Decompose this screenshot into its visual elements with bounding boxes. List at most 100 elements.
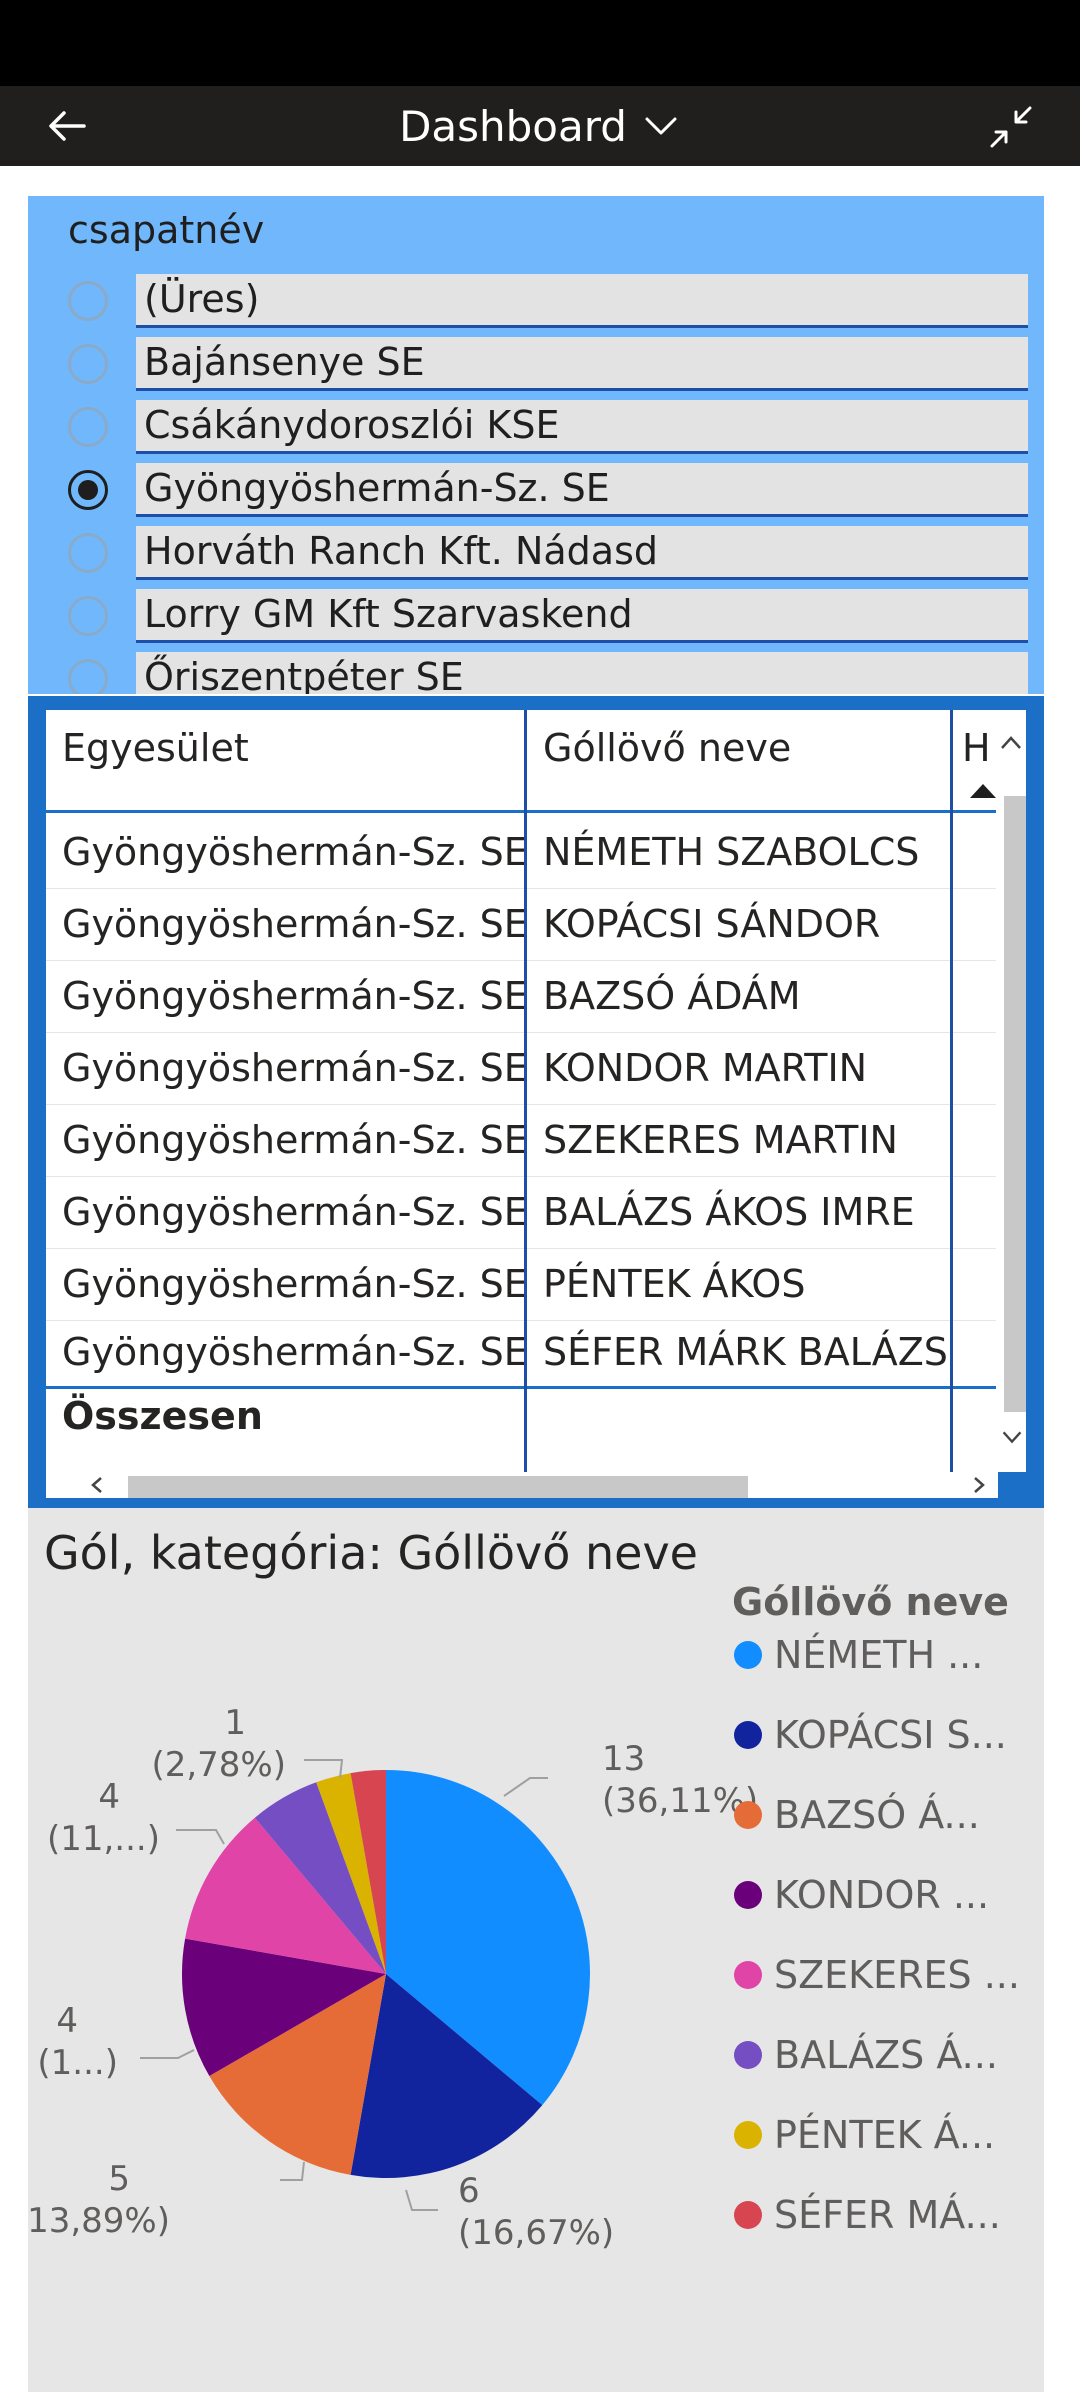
- data-label-percent: (13,89%): [28, 2201, 170, 2241]
- label-leader-line: [304, 1759, 344, 1779]
- data-label-percent: (1...): [37, 2043, 118, 2083]
- vertical-scrollbar[interactable]: [1004, 796, 1026, 1412]
- cell-scorer: BALÁZS ÁKOS IMRE: [543, 1190, 915, 1234]
- scorers-table-visual: Egyesület Góllövő neve H Gyöngyöshermán-…: [28, 696, 1044, 1508]
- slicer-option-label[interactable]: Gyöngyöshermán-Sz. SE: [136, 463, 1028, 517]
- chevron-down-icon[interactable]: [641, 106, 681, 146]
- radio-button[interactable]: [68, 533, 108, 573]
- slicer-option-label[interactable]: Horváth Ranch Kft. Nádasd: [136, 526, 1028, 580]
- total-label: Összesen: [62, 1394, 263, 1438]
- dashboard-title[interactable]: Dashboard: [399, 102, 627, 151]
- total-divider: [46, 1386, 996, 1389]
- table-row[interactable]: Gyöngyöshermán-Sz. SE KOPÁCSI SÁNDOR: [46, 888, 996, 961]
- sort-ascending-icon[interactable]: [968, 780, 998, 800]
- radio-button-selected[interactable]: [68, 470, 108, 510]
- label-leader-line: [176, 1829, 225, 1845]
- column-divider: [950, 710, 953, 1472]
- radio-button[interactable]: [68, 407, 108, 447]
- legend-item[interactable]: NÉMETH ...: [734, 1632, 983, 1678]
- legend-label: SZEKERES ...: [774, 1953, 1020, 1997]
- legend-label: KOPÁCSI S...: [774, 1713, 1007, 1757]
- column-header-scorer[interactable]: Góllövő neve: [527, 710, 997, 810]
- cell-scorer: SÉFER MÁRK BALÁZS: [543, 1330, 948, 1374]
- scorers-table[interactable]: Egyesület Góllövő neve H Gyöngyöshermán-…: [46, 710, 1026, 1472]
- column-divider: [524, 710, 527, 1472]
- legend-item[interactable]: BAZSÓ Á...: [734, 1792, 980, 1838]
- cell-club: Gyöngyöshermán-Sz. SE: [62, 974, 524, 1018]
- radio-button[interactable]: [68, 281, 108, 321]
- radio-button[interactable]: [68, 344, 108, 384]
- exit-fullscreen-icon[interactable]: [990, 106, 1032, 148]
- scroll-right-arrow-icon[interactable]: [968, 1474, 990, 1496]
- horizontal-scrollbar[interactable]: [46, 1472, 998, 1498]
- slicer-title: csapatnév: [68, 208, 265, 252]
- slicer-option-label[interactable]: (Üres): [136, 274, 1028, 328]
- header-divider: [46, 810, 996, 813]
- label-leader-line: [280, 2161, 305, 2181]
- legend-marker: [734, 2201, 762, 2229]
- legend-marker: [734, 1961, 762, 1989]
- data-label-percent: (16,67%): [458, 2213, 614, 2253]
- table-row[interactable]: Gyöngyöshermán-Sz. SE SZEKERES MARTIN: [46, 1104, 996, 1177]
- cell-scorer: PÉNTEK ÁKOS: [543, 1262, 806, 1306]
- cell-scorer: KOPÁCSI SÁNDOR: [543, 902, 881, 946]
- slicer-option-label[interactable]: Lorry GM Kft Szarvaskend: [136, 589, 1028, 643]
- table-row[interactable]: Gyöngyöshermán-Sz. SE KONDOR MARTIN: [46, 1032, 996, 1105]
- slicer-option-label[interactable]: Bajánsenye SE: [136, 337, 1028, 391]
- slicer-option-selected[interactable]: Gyöngyöshermán-Sz. SE: [28, 463, 1044, 521]
- data-label-value: 13: [602, 1739, 645, 1779]
- cell-club: Gyöngyöshermán-Sz. SE: [62, 1046, 524, 1090]
- data-label-value: 4: [56, 2001, 78, 2041]
- column-header-club[interactable]: Egyesület: [46, 710, 524, 810]
- data-label-value: 1: [224, 1703, 246, 1743]
- cell-club: Gyöngyöshermán-Sz. SE: [62, 1330, 524, 1374]
- legend-item[interactable]: BALÁZS Á...: [734, 2032, 998, 2078]
- legend-label: SÉFER MÁ...: [774, 2193, 1001, 2237]
- horizontal-scroll-thumb[interactable]: [128, 1476, 748, 1498]
- legend-item[interactable]: PÉNTEK Á...: [734, 2112, 995, 2158]
- table-row[interactable]: Gyöngyöshermán-Sz. SE BALÁZS ÁKOS IMRE: [46, 1176, 996, 1249]
- legend-marker: [734, 1641, 762, 1669]
- team-slicer: csapatnév (Üres) Bajánsenye SE Csákánydo…: [28, 196, 1044, 694]
- data-label-value: 4: [98, 1777, 120, 1817]
- legend-marker: [734, 2121, 762, 2149]
- data-label-value: 5: [108, 2159, 130, 2199]
- cell-club: Gyöngyöshermán-Sz. SE: [62, 1190, 524, 1234]
- table-row[interactable]: Gyöngyöshermán-Sz. SE NÉMETH SZABOLCS: [46, 816, 996, 889]
- table-row[interactable]: Gyöngyöshermán-Sz. SE PÉNTEK ÁKOS: [46, 1248, 996, 1321]
- cell-club: Gyöngyöshermán-Sz. SE: [62, 830, 524, 874]
- legend-item[interactable]: KOPÁCSI S...: [734, 1712, 1007, 1758]
- radio-button[interactable]: [68, 596, 108, 636]
- slicer-option[interactable]: Bajánsenye SE: [28, 337, 1044, 395]
- label-leader-line: [405, 2189, 438, 2211]
- legend-title: Góllövő neve: [732, 1580, 1009, 1624]
- slicer-option[interactable]: Őriszentpéter SE: [28, 652, 1044, 694]
- slicer-option[interactable]: Lorry GM Kft Szarvaskend: [28, 589, 1044, 647]
- legend-marker: [734, 2041, 762, 2069]
- table-row[interactable]: Gyöngyöshermán-Sz. SE BAZSÓ ÁDÁM: [46, 960, 996, 1033]
- legend-label: KONDOR ...: [774, 1873, 990, 1917]
- slicer-option[interactable]: Horváth Ranch Kft. Nádasd: [28, 526, 1044, 584]
- legend-label: NÉMETH ...: [774, 1633, 984, 1677]
- scroll-down-arrow-icon[interactable]: [998, 1422, 1026, 1452]
- legend-label: PÉNTEK Á...: [774, 2113, 996, 2157]
- top-app-bar: Dashboard: [0, 86, 1080, 166]
- slicer-option-label[interactable]: Csákánydoroszlói KSE: [136, 400, 1028, 454]
- scroll-left-arrow-icon[interactable]: [86, 1474, 108, 1496]
- slicer-option-label[interactable]: Őriszentpéter SE: [136, 652, 1028, 694]
- table-row[interactable]: Gyöngyöshermán-Sz. SE SÉFER MÁRK BALÁZS: [46, 1316, 996, 1388]
- cell-scorer: NÉMETH SZABOLCS: [543, 830, 920, 874]
- label-leader-line: [140, 2049, 195, 2059]
- cell-scorer: BAZSÓ ÁDÁM: [543, 974, 801, 1018]
- scroll-up-arrow-icon[interactable]: [996, 728, 1026, 758]
- radio-button[interactable]: [68, 659, 108, 694]
- legend-item[interactable]: KONDOR ...: [734, 1872, 989, 1918]
- slicer-option[interactable]: Csákánydoroszlói KSE: [28, 400, 1044, 458]
- legend-item[interactable]: SZEKERES ...: [734, 1952, 1020, 1998]
- cell-scorer: SZEKERES MARTIN: [543, 1118, 898, 1162]
- data-label-percent: (11,...): [47, 1819, 160, 1859]
- legend-label: BAZSÓ Á...: [774, 1793, 980, 1837]
- slicer-option[interactable]: (Üres): [28, 274, 1044, 332]
- cell-club: Gyöngyöshermán-Sz. SE: [62, 1118, 524, 1162]
- legend-item[interactable]: SÉFER MÁ...: [734, 2192, 1001, 2238]
